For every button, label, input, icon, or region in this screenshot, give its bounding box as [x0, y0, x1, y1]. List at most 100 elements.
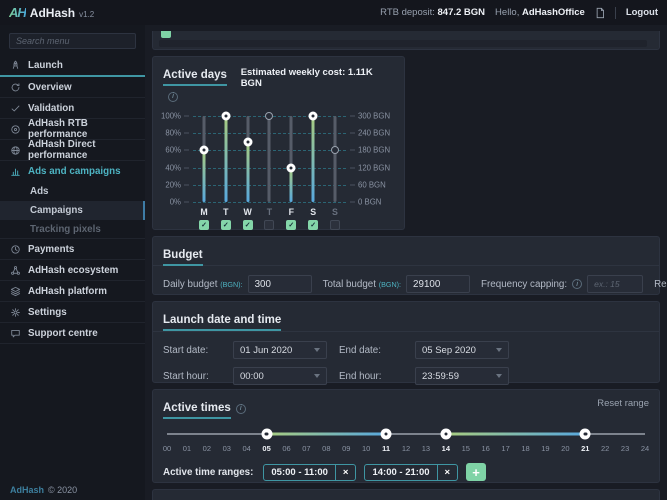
cutoff-checkbox[interactable]: [161, 31, 171, 38]
rtb-deposit: RTB deposit: 847.2 BGN: [380, 7, 485, 18]
reset-range-button[interactable]: Reset range: [597, 398, 649, 409]
start-hour-select[interactable]: 00:00: [233, 367, 327, 385]
start-date-label: Start date:: [163, 345, 221, 356]
day-slider-f[interactable]: F✓: [284, 116, 298, 230]
layers-icon: [10, 286, 21, 297]
frequency-capping-label: Frequency capping:: [481, 279, 582, 290]
sidebar-item-ads[interactable]: Ads: [0, 182, 145, 201]
percent-tick: 0%: [170, 198, 189, 207]
bgn-tick: 300 BGN: [350, 112, 390, 121]
day-checkbox[interactable]: ✓: [243, 220, 253, 230]
slider-handle[interactable]: [580, 429, 591, 440]
sidebar: LaunchOverviewValidationAdHash RTB perfo…: [0, 25, 145, 500]
day-checkbox[interactable]: [264, 220, 274, 230]
slider-fill: [203, 150, 206, 202]
slider-handle[interactable]: [200, 146, 209, 155]
day-slider-s[interactable]: S✓: [306, 116, 320, 230]
slider-fill: [224, 116, 227, 202]
info-icon[interactable]: [236, 404, 246, 414]
network-icon: [10, 265, 21, 276]
slider-handle[interactable]: [331, 146, 339, 154]
time-range-chips: 05:00 - 11:00×14:00 - 21:00×: [263, 464, 458, 481]
sidebar-item-settings[interactable]: Settings: [0, 302, 145, 323]
info-icon[interactable]: [572, 279, 582, 289]
greeting: Hello, AdHashOffice: [495, 7, 585, 18]
sidebar-item-label: Ads: [30, 186, 49, 197]
gear-icon: [10, 307, 21, 318]
sidebar-item-adhash-direct-performance[interactable]: AdHash Direct performance: [0, 140, 145, 161]
percent-tick: 20%: [165, 180, 189, 189]
hour-tick: 09: [342, 444, 350, 453]
sidebar-item-overview[interactable]: Overview: [0, 77, 145, 98]
sidebar-item-adhash-ecosystem[interactable]: AdHash ecosystem: [0, 260, 145, 281]
hour-tick: 18: [521, 444, 529, 453]
start-date-select[interactable]: 01 Jun 2020: [233, 341, 327, 359]
recency-capping-label: Recency capping:: [654, 279, 667, 290]
day-sliders: 100%80%60%40%20%0% M✓T✓W✓TF✓S✓S 300 BGN2…: [163, 116, 394, 230]
hour-tick: 01: [183, 444, 191, 453]
frequency-capping-input[interactable]: [587, 275, 643, 293]
slider-handle[interactable]: [265, 112, 273, 120]
sidebar-item-payments[interactable]: Payments: [0, 239, 145, 260]
day-slider-s[interactable]: S: [328, 116, 342, 230]
sidebar-item-launch[interactable]: Launch: [0, 56, 145, 77]
logout-button[interactable]: Logout: [626, 7, 658, 18]
budget-panel: Budget Daily budget (BGN): Total budget …: [152, 236, 660, 295]
day-label: W: [244, 207, 252, 218]
sidebar-item-adhash-platform[interactable]: AdHash platform: [0, 281, 145, 302]
day-checkbox[interactable]: ✓: [308, 220, 318, 230]
day-checkbox[interactable]: ✓: [199, 220, 209, 230]
sidebar-item-label: AdHash platform: [28, 286, 107, 297]
day-checkbox[interactable]: ✓: [286, 220, 296, 230]
hour-tick: 05: [262, 444, 270, 453]
day-label: T: [223, 207, 228, 218]
hour-tick: 07: [302, 444, 310, 453]
slider-track[interactable]: [241, 116, 255, 202]
slider-track[interactable]: [197, 116, 211, 202]
day-label: S: [310, 207, 316, 218]
hour-tick: 00: [163, 444, 171, 453]
slider-handle[interactable]: [243, 137, 252, 146]
slider-track[interactable]: [262, 116, 276, 202]
slider-handle[interactable]: [287, 163, 296, 172]
remove-range-button[interactable]: ×: [437, 465, 458, 480]
day-slider-t[interactable]: T: [262, 116, 276, 230]
sidebar-item-ads-and-campaigns[interactable]: Ads and campaigns: [0, 161, 145, 182]
day-slider-m[interactable]: M✓: [197, 116, 211, 230]
daily-budget-input[interactable]: [248, 275, 312, 293]
search-input[interactable]: [9, 33, 136, 49]
day-checkbox[interactable]: ✓: [221, 220, 231, 230]
sidebar-item-adhash-rtb-performance[interactable]: AdHash RTB performance: [0, 119, 145, 140]
hour-tick: 02: [203, 444, 211, 453]
slider-handle[interactable]: [261, 429, 272, 440]
document-icon[interactable]: [595, 7, 605, 19]
info-icon[interactable]: [168, 92, 178, 102]
daily-budget-group: Daily budget (BGN):: [163, 275, 312, 293]
active-days-title: Active days: [163, 69, 227, 86]
end-hour-select[interactable]: 23:59:59: [415, 367, 509, 385]
slider-track[interactable]: [306, 116, 320, 202]
slider-handle[interactable]: [381, 429, 392, 440]
add-range-button[interactable]: +: [466, 463, 486, 481]
sidebar-item-tracking-pixels[interactable]: Tracking pixels: [0, 220, 145, 239]
slider-track[interactable]: [284, 116, 298, 202]
day-checkbox[interactable]: [330, 220, 340, 230]
slider-track[interactable]: [219, 116, 233, 202]
day-slider-w[interactable]: W✓: [241, 116, 255, 230]
sidebar-item-label: Tracking pixels: [30, 224, 101, 235]
hours-slider[interactable]: [167, 427, 645, 441]
refresh-icon: [10, 82, 21, 93]
end-date-select[interactable]: 05 Sep 2020: [415, 341, 509, 359]
slider-handle[interactable]: [221, 112, 230, 121]
sidebar-item-support-centre[interactable]: Support centre: [0, 323, 145, 344]
slider-handle[interactable]: [440, 429, 451, 440]
total-budget-input[interactable]: [406, 275, 470, 293]
slider-track[interactable]: [328, 116, 342, 202]
chevron-down-icon: [496, 348, 502, 352]
sidebar-item-validation[interactable]: Validation: [0, 98, 145, 119]
remove-range-button[interactable]: ×: [335, 465, 356, 480]
day-slider-t[interactable]: T✓: [219, 116, 233, 230]
launch-date-panel: Launch date and time Start date: 01 Jun …: [152, 301, 660, 383]
sidebar-item-campaigns[interactable]: Campaigns: [0, 201, 145, 220]
slider-handle[interactable]: [309, 112, 318, 121]
